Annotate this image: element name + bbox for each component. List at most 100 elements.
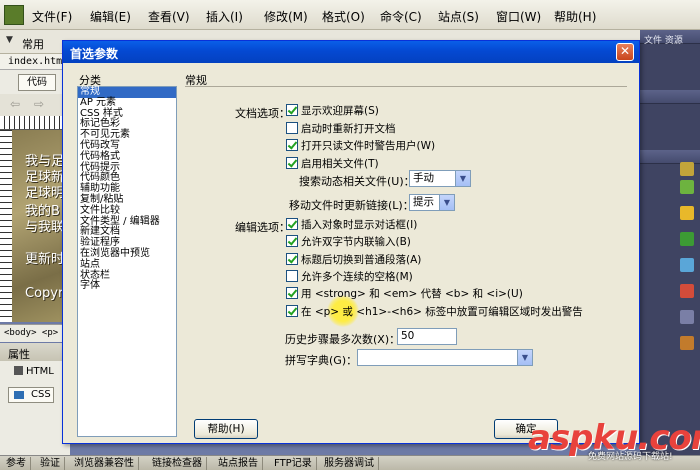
edit-option[interactable]: 在 <p> 或 <h1>-<h6> 标签中放置可编辑区域时发出警告 xyxy=(286,304,583,319)
template-icon[interactable] xyxy=(680,310,694,324)
doc-option[interactable]: 启动时重新打开文档 xyxy=(286,121,396,136)
checkbox-checked-icon[interactable] xyxy=(286,304,298,317)
doc-option[interactable]: 打开只读文件时警告用户(W) xyxy=(286,139,435,153)
document-tab-bar: index.html xyxy=(0,54,70,70)
tab-browser-compat[interactable]: 浏览器兼容性 xyxy=(70,457,139,470)
category-item[interactable]: AP 元素 xyxy=(78,97,176,109)
checkbox-unchecked-icon[interactable] xyxy=(286,121,298,134)
media-icon[interactable] xyxy=(680,258,694,272)
edit-option[interactable]: 标题后切换到普通段落(A) xyxy=(286,252,422,267)
script-icon[interactable] xyxy=(680,284,694,298)
library-icon[interactable] xyxy=(680,336,694,350)
move-file-value: 提示 xyxy=(413,196,434,208)
doc-options-label: 文档选项： xyxy=(235,107,290,120)
menu-help[interactable]: 帮助(H) xyxy=(554,8,596,25)
css-icon xyxy=(14,391,24,399)
history-label: 历史步骤最多次数(X)： xyxy=(285,333,401,346)
back-arrow-icon[interactable]: ⇦ xyxy=(10,97,20,111)
section-divider xyxy=(185,86,627,87)
menu-file[interactable]: 文件(F) xyxy=(32,8,72,25)
spell-dict-select[interactable]: ▼ xyxy=(357,349,533,366)
edit-option[interactable]: 允许多个连续的空格(M) xyxy=(286,269,413,284)
side-panel-header[interactable]: 文件 资源 xyxy=(640,30,700,46)
tab-reference[interactable]: 参考 xyxy=(2,457,31,470)
code-view-button[interactable]: 代码 xyxy=(18,74,56,91)
menu-insert[interactable]: 插入(I) xyxy=(206,8,243,25)
search-related-select[interactable]: 手动 ▼ xyxy=(409,170,471,187)
menu-view[interactable]: 查看(V) xyxy=(148,8,190,25)
insert-category[interactable]: 常用 xyxy=(22,36,44,52)
tab-validation[interactable]: 验证 xyxy=(36,457,65,470)
watermark-subtitle: 免费网站源码下载站! xyxy=(588,452,673,462)
app-logo-icon xyxy=(4,5,24,25)
checkbox-unchecked-icon[interactable] xyxy=(286,269,298,282)
checkbox-checked-icon[interactable] xyxy=(286,235,298,248)
doc-option-label: 打开只读文件时警告用户(W) xyxy=(301,140,436,152)
checkbox-checked-icon[interactable] xyxy=(286,252,298,265)
category-item[interactable]: 字体 xyxy=(78,281,176,292)
chevron-down-icon: ▼ xyxy=(517,350,532,365)
category-item[interactable]: 文件比较 xyxy=(78,205,176,217)
checkbox-checked-icon[interactable] xyxy=(286,287,298,300)
tab-server-debug[interactable]: 服务器调试 xyxy=(320,457,379,470)
menu-window[interactable]: 窗口(W) xyxy=(496,8,541,25)
tab-site-reports[interactable]: 站点报告 xyxy=(214,457,263,470)
doc-option[interactable]: 显示欢迎屏幕(S) xyxy=(286,104,379,118)
document-tab[interactable]: index.html xyxy=(8,56,68,67)
dialog-title: 首选参数 xyxy=(70,47,119,61)
properties-panel-header[interactable]: 属性 xyxy=(0,343,70,361)
move-file-select[interactable]: 提示 ▼ xyxy=(409,194,455,211)
color-icon[interactable] xyxy=(680,206,694,220)
checkbox-checked-icon[interactable] xyxy=(286,156,298,169)
side-panel-title: 文件 资源 xyxy=(644,36,683,46)
edit-option-label: 标题后切换到普通段落(A) xyxy=(301,253,422,266)
history-input[interactable]: 50 xyxy=(397,328,457,345)
watermark-logo: aspku.com 免费网站源码下载站! xyxy=(528,418,700,462)
menu-commands[interactable]: 命令(C) xyxy=(380,8,422,25)
menu-modify[interactable]: 修改(M) xyxy=(264,8,308,25)
properties-panel: HTML CSS xyxy=(0,361,70,455)
category-item[interactable]: 代码格式 xyxy=(78,151,176,163)
category-list[interactable]: 常规 AP 元素 CSS 样式 标记色彩 不可见元素 代码改写 代码格式 代码提示 代码颜色 辅助… xyxy=(77,86,177,437)
side-panel-section[interactable] xyxy=(640,90,700,104)
vertical-ruler xyxy=(0,130,12,322)
html-mode-button[interactable]: HTML xyxy=(14,366,54,377)
checkbox-checked-icon[interactable] xyxy=(286,218,298,230)
side-panel: 文件 资源 xyxy=(640,30,700,455)
tab-ftp-log[interactable]: FTP记录 xyxy=(270,457,317,470)
tag-path[interactable]: <body> <p> xyxy=(4,328,58,338)
checkbox-checked-icon[interactable] xyxy=(286,104,298,116)
edit-option[interactable]: 允许双字节内联输入(B) xyxy=(286,235,411,249)
collapse-arrow-icon[interactable]: ▼ xyxy=(6,35,13,45)
tab-link-checker[interactable]: 链接检查器 xyxy=(148,457,207,470)
edit-option-label: 允许双字节内联输入(B) xyxy=(301,236,411,249)
category-item[interactable]: 站点 xyxy=(78,259,176,271)
canvas-text-line: 更新时 xyxy=(25,252,65,267)
close-button[interactable]: ✕ xyxy=(616,43,634,61)
edit-option[interactable]: 插入对象时显示对话框(I) xyxy=(286,218,417,232)
menu-format[interactable]: 格式(O) xyxy=(322,8,365,25)
doc-option[interactable]: 启用相关文件(T) xyxy=(286,156,379,171)
navigation-toolbar: ⇦ ⇨ xyxy=(0,94,70,116)
image-icon[interactable] xyxy=(680,180,694,194)
doc-option-label: 显示欢迎屏幕(S) xyxy=(301,105,379,117)
css-mode-button[interactable]: CSS xyxy=(8,387,54,403)
close-icon: ✕ xyxy=(619,44,631,58)
edit-option[interactable]: 用 <strong> 和 <em> 代替 <b> 和 <i>(U) xyxy=(286,287,523,301)
canvas-text-line: 与我联 xyxy=(25,220,65,235)
menu-edit[interactable]: 编辑(E) xyxy=(90,8,131,25)
spell-dict-label: 拼写字典(G)： xyxy=(285,354,358,367)
horizontal-ruler xyxy=(0,116,70,130)
document-toolbar: 代码 xyxy=(0,70,70,94)
search-related-label: 搜索动态相关文件(U)： xyxy=(299,175,415,188)
edit-option-label: 插入对象时显示对话框(I) xyxy=(301,219,418,231)
link-icon[interactable] xyxy=(680,232,694,246)
menu-site[interactable]: 站点(S) xyxy=(438,8,479,25)
edit-option-label: 允许多个连续的空格(M) xyxy=(301,270,413,283)
chevron-down-icon: ▼ xyxy=(439,195,454,210)
forward-arrow-icon[interactable]: ⇨ xyxy=(34,97,44,111)
help-button[interactable]: 帮助(H) xyxy=(194,419,258,439)
folder-icon[interactable] xyxy=(680,162,694,176)
dialog-titlebar[interactable]: 首选参数 ✕ xyxy=(63,41,639,63)
checkbox-checked-icon[interactable] xyxy=(286,139,298,151)
